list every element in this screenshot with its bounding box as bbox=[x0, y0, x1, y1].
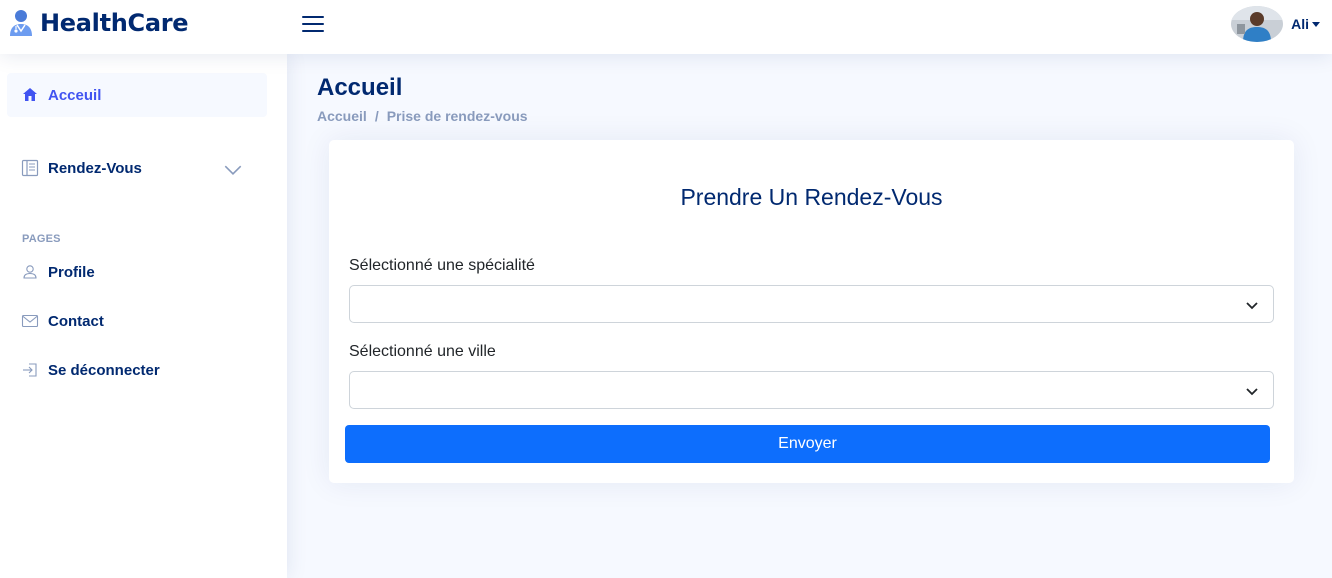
menu-icon-bar bbox=[302, 23, 324, 25]
sidebar-item-label: Acceuil bbox=[48, 86, 102, 104]
breadcrumb: Accueil / Prise de rendez-vous bbox=[317, 108, 528, 124]
sidebar-item-profile[interactable]: Profile bbox=[7, 250, 267, 294]
home-icon bbox=[23, 88, 37, 101]
specialty-select[interactable] bbox=[349, 285, 1274, 323]
sidebar-item-label: Profile bbox=[48, 263, 95, 281]
top-header: HealthCare Ali bbox=[0, 0, 1332, 54]
sidebar-item-acceuil[interactable]: Acceuil bbox=[7, 73, 267, 117]
layout-text-icon bbox=[21, 159, 39, 177]
sidebar: Acceuil Rendez-Vous PAGES Profile Contac… bbox=[0, 54, 287, 578]
menu-icon-bar bbox=[302, 16, 324, 18]
breadcrumb-item-home[interactable]: Accueil bbox=[317, 108, 367, 124]
avatar bbox=[1231, 6, 1284, 42]
appointment-card: Prendre Un Rendez-Vous Sélectionné une s… bbox=[329, 140, 1294, 483]
submit-button[interactable]: Envoyer bbox=[345, 425, 1270, 463]
app-logo[interactable]: HealthCare bbox=[8, 9, 189, 37]
person-icon bbox=[23, 265, 37, 279]
user-name: Ali bbox=[1291, 16, 1309, 32]
chevron-down-icon bbox=[224, 165, 242, 175]
city-select[interactable] bbox=[349, 371, 1274, 409]
menu-icon-bar bbox=[302, 30, 324, 32]
breadcrumb-separator: / bbox=[374, 108, 379, 124]
page-title: Accueil bbox=[317, 74, 403, 101]
sidebar-item-label: Se déconnecter bbox=[48, 361, 160, 379]
chevron-down-icon bbox=[1246, 302, 1258, 310]
app-name: HealthCare bbox=[40, 9, 189, 37]
city-label: Sélectionné une ville bbox=[349, 343, 496, 360]
sidebar-item-rendez-vous[interactable]: Rendez-Vous bbox=[7, 146, 267, 190]
sidebar-item-label: Contact bbox=[48, 312, 104, 330]
sidebar-item-logout[interactable]: Se déconnecter bbox=[7, 348, 267, 392]
page-title-block: Accueil Accueil / Prise de rendez-vous bbox=[317, 74, 528, 124]
profile-dropdown[interactable]: Ali bbox=[1231, 6, 1320, 42]
sidebar-item-label: Rendez-Vous bbox=[48, 159, 142, 177]
breadcrumb-item-current: Prise de rendez-vous bbox=[386, 108, 528, 124]
envelope-icon bbox=[21, 314, 39, 328]
box-arrow-in-right-icon bbox=[23, 363, 37, 377]
form-title: Prendre Un Rendez-Vous bbox=[680, 184, 943, 210]
pages-heading: PAGES bbox=[22, 233, 61, 245]
caret-down-icon bbox=[1312, 21, 1320, 27]
sidebar-item-contact[interactable]: Contact bbox=[7, 299, 267, 343]
chevron-down-icon bbox=[1246, 388, 1258, 396]
doctor-logo-icon bbox=[10, 10, 32, 36]
specialty-label: Sélectionné une spécialité bbox=[349, 257, 535, 274]
sidebar-toggle-button[interactable] bbox=[300, 12, 326, 36]
